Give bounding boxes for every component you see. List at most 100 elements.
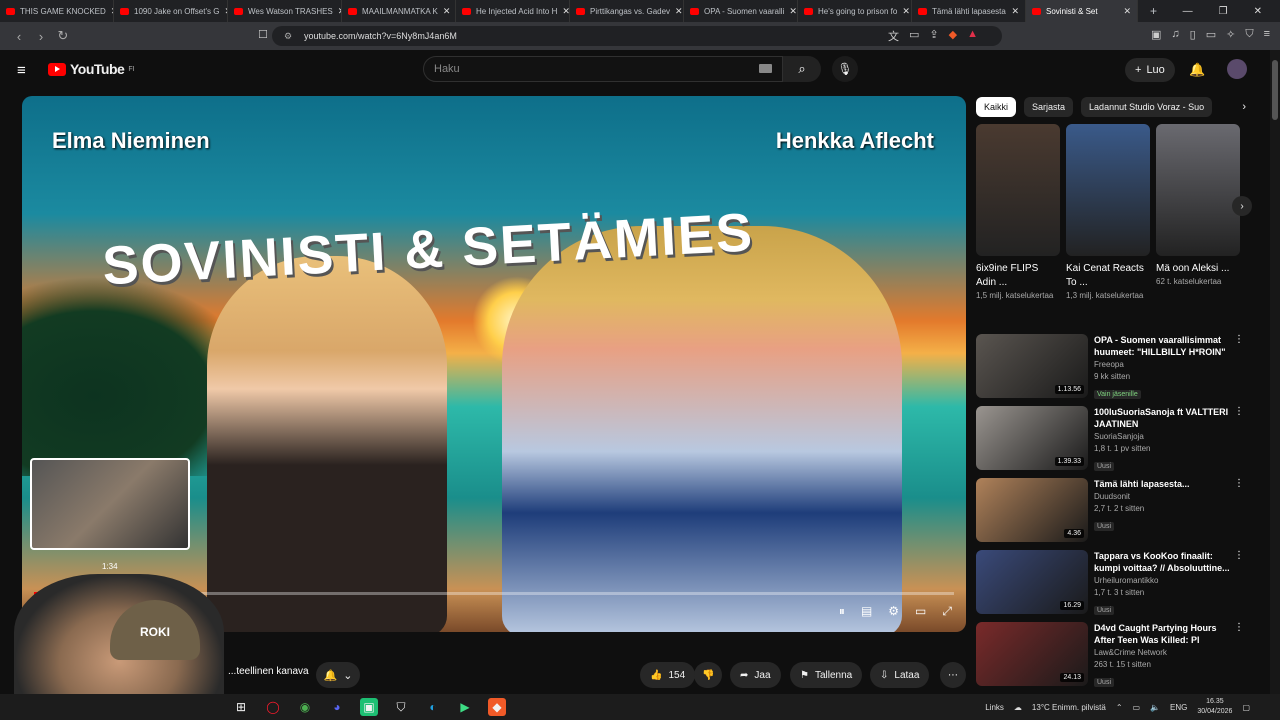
video-menu-icon[interactable]: ⋮ bbox=[1234, 478, 1244, 489]
cast-icon[interactable]: ▭ bbox=[909, 28, 919, 44]
shield-app-icon[interactable]: ⛉ bbox=[392, 698, 410, 716]
related-video[interactable]: 24.13 D4vd Caught Partying Hours After Te… bbox=[976, 622, 1266, 690]
volume-icon[interactable]: 🔈 bbox=[1150, 703, 1160, 712]
clock[interactable]: 16.35 30/04/2026 bbox=[1197, 697, 1232, 717]
opera-icon[interactable]: ◯ bbox=[264, 698, 282, 716]
browser-tab[interactable]: Pirttikangas vs. Gadev ✕ bbox=[570, 0, 684, 22]
back-icon[interactable]: ‹ bbox=[8, 29, 30, 44]
reader-icon[interactable]: ▣ bbox=[1151, 28, 1161, 41]
settings-gear-icon[interactable]: ⚙ bbox=[888, 604, 899, 619]
browser-tab[interactable]: THIS GAME KNOCKED✕ bbox=[0, 0, 114, 22]
youtube-logo[interactable]: YouTube FI bbox=[48, 61, 135, 77]
tab-label: He's going to prison fo bbox=[818, 6, 898, 16]
music-icon[interactable]: ♫ bbox=[1171, 28, 1179, 41]
browser-tab[interactable]: Wes Watson TRASHES✕ bbox=[228, 0, 342, 22]
forward-icon[interactable]: › bbox=[30, 29, 52, 44]
shorts-next-button[interactable]: › bbox=[1232, 196, 1252, 216]
notification-center-icon[interactable]: ▢ bbox=[1242, 703, 1250, 712]
menu-icon[interactable]: ≡ bbox=[1264, 28, 1270, 41]
search-button[interactable]: ⌕ bbox=[783, 56, 821, 82]
close-tab-icon[interactable]: ✕ bbox=[1011, 6, 1019, 17]
short-card[interactable]: Mä oon Aleksi ... 62 t. katselukertaa bbox=[1156, 124, 1240, 302]
tray-chevron-icon[interactable]: ⌃ bbox=[1116, 703, 1123, 712]
brave-rewards-icon[interactable]: ▲ bbox=[967, 28, 978, 44]
autoplay-toggle-icon[interactable]: ⏸ bbox=[839, 604, 845, 619]
wallet-icon[interactable]: ▭ bbox=[1206, 28, 1216, 41]
video-player[interactable]: Elma Nieminen Henkka Aflecht SOVINISTI &… bbox=[22, 96, 966, 632]
video-menu-icon[interactable]: ⋮ bbox=[1234, 406, 1244, 417]
lang-label[interactable]: ENG bbox=[1170, 703, 1187, 712]
brave-taskbar-icon[interactable]: ◆ bbox=[488, 698, 506, 716]
filter-chip[interactable]: Ladannut Studio Voraz - Suo bbox=[1081, 97, 1213, 117]
page-scrollbar[interactable] bbox=[1270, 50, 1280, 694]
links-label[interactable]: Links bbox=[985, 703, 1004, 712]
notifications-icon[interactable]: 🔔 bbox=[1189, 62, 1205, 78]
share-page-icon[interactable]: ⇪ bbox=[929, 28, 938, 44]
app-green-icon[interactable]: ▣ bbox=[360, 698, 378, 716]
discord-icon[interactable]: ◕ bbox=[328, 698, 346, 716]
search-input[interactable]: Haku bbox=[423, 56, 783, 82]
related-video[interactable]: 1.39.33 100luSuoriaSanoja ft VALTTERI JAA… bbox=[976, 406, 1266, 474]
minimize-icon[interactable]: — bbox=[1183, 6, 1193, 17]
browser-tab[interactable]: Sovinisti & Set ✕ bbox=[1026, 0, 1138, 22]
browser-tab[interactable]: OPA - Suomen vaaralli ✕ bbox=[684, 0, 798, 22]
more-actions-button[interactable]: ⋯ bbox=[940, 662, 966, 688]
close-tab-icon[interactable]: ✕ bbox=[1123, 6, 1131, 17]
brave-shield-icon[interactable]: ◆ bbox=[949, 28, 957, 44]
save-button[interactable]: ⚑ Tallenna bbox=[790, 662, 863, 688]
filter-chip[interactable]: Sarjasta bbox=[1024, 97, 1074, 117]
close-tab-icon[interactable]: ✕ bbox=[902, 6, 910, 17]
task-view-icon[interactable]: ⊞ bbox=[232, 698, 250, 716]
browser-tab[interactable]: He Injected Acid Into H ✕ bbox=[456, 0, 570, 22]
keyboard-icon[interactable] bbox=[759, 64, 772, 73]
sidebar-icon[interactable]: ▯ bbox=[1190, 28, 1196, 41]
create-button[interactable]: + Luo bbox=[1125, 58, 1175, 82]
vpn-icon[interactable]: ⛉ bbox=[1245, 28, 1253, 41]
short-card[interactable]: 6ix9ine FLIPS Adin ... 1,5 milj. katseluk… bbox=[976, 124, 1060, 302]
video-menu-icon[interactable]: ⋮ bbox=[1234, 334, 1244, 345]
related-video[interactable]: 4.36 Tämä lähti lapasesta... Duudsonit 2,7 … bbox=[976, 478, 1266, 546]
voice-search-button[interactable]: 🎙 bbox=[832, 56, 858, 82]
related-video[interactable]: 1.13.56 OPA - Suomen vaarallisimmat huume… bbox=[976, 334, 1266, 402]
scrollbar-thumb[interactable] bbox=[1272, 60, 1278, 120]
close-tab-icon[interactable]: ✕ bbox=[443, 6, 451, 17]
download-button[interactable]: ⇩ Lataa bbox=[870, 662, 930, 688]
play-app-icon[interactable]: ▶ bbox=[456, 698, 474, 716]
translate-icon[interactable]: 文 bbox=[888, 28, 899, 44]
close-tab-icon[interactable]: ✕ bbox=[675, 6, 683, 17]
like-button[interactable]: 👍 154 bbox=[640, 662, 696, 688]
theater-mode-icon[interactable]: ▭ bbox=[915, 604, 926, 619]
video-title: 100luSuoriaSanoja ft VALTTERI JAATINEN bbox=[1094, 407, 1229, 429]
browser-tab[interactable]: MAAILMANMATKA K ✕ bbox=[342, 0, 456, 22]
close-tab-icon[interactable]: ✕ bbox=[562, 6, 569, 17]
video-menu-icon[interactable]: ⋮ bbox=[1234, 550, 1244, 561]
subtitles-icon[interactable]: ▤ bbox=[861, 604, 872, 619]
avatar[interactable] bbox=[1227, 59, 1247, 79]
short-thumbnail bbox=[1066, 124, 1150, 256]
site-info-icon[interactable]: ⚙ bbox=[284, 31, 292, 42]
subscription-bell-button[interactable]: 🔔 ⌄ bbox=[316, 662, 360, 688]
browser-tab[interactable]: He's going to prison fo ✕ bbox=[798, 0, 912, 22]
browser-tab[interactable]: 1090 Jake on Offset's G✕ bbox=[114, 0, 228, 22]
filter-chip[interactable]: Kaikki bbox=[976, 97, 1017, 117]
guide-menu-icon[interactable]: ≡ bbox=[17, 62, 26, 79]
video-menu-icon[interactable]: ⋮ bbox=[1234, 622, 1244, 633]
chips-next-icon[interactable]: › bbox=[1242, 101, 1246, 113]
share-button[interactable]: ➦ Jaa bbox=[730, 662, 781, 688]
new-tab-button[interactable]: + bbox=[1150, 4, 1157, 18]
close-tab-icon[interactable]: ✕ bbox=[789, 6, 797, 17]
extensions-icon[interactable]: ✧ bbox=[1226, 28, 1235, 41]
chrome-icon[interactable]: ◉ bbox=[296, 698, 314, 716]
network-icon[interactable]: ▭ bbox=[1133, 703, 1141, 712]
related-video[interactable]: 16.29 Tappara vs KooKoo finaalit: kumpi v… bbox=[976, 550, 1266, 618]
fullscreen-icon[interactable]: ⤢ bbox=[942, 604, 952, 619]
bookmark-icon[interactable]: ☐ bbox=[258, 28, 268, 41]
reload-icon[interactable]: ↻ bbox=[52, 28, 74, 44]
dislike-button[interactable]: 👎 bbox=[694, 662, 723, 688]
close-window-icon[interactable]: ✕ bbox=[1254, 6, 1262, 17]
restore-icon[interactable]: ❐ bbox=[1219, 6, 1228, 17]
browser-tab[interactable]: Tämä lähti lapasesta ✕ bbox=[912, 0, 1026, 22]
weather-text[interactable]: 13°C Enimm. pilvistä bbox=[1032, 703, 1106, 712]
short-card[interactable]: Kai Cenat Reacts To ... 1,3 milj. katselu… bbox=[1066, 124, 1150, 302]
edge-icon[interactable]: ◐ bbox=[424, 698, 442, 716]
